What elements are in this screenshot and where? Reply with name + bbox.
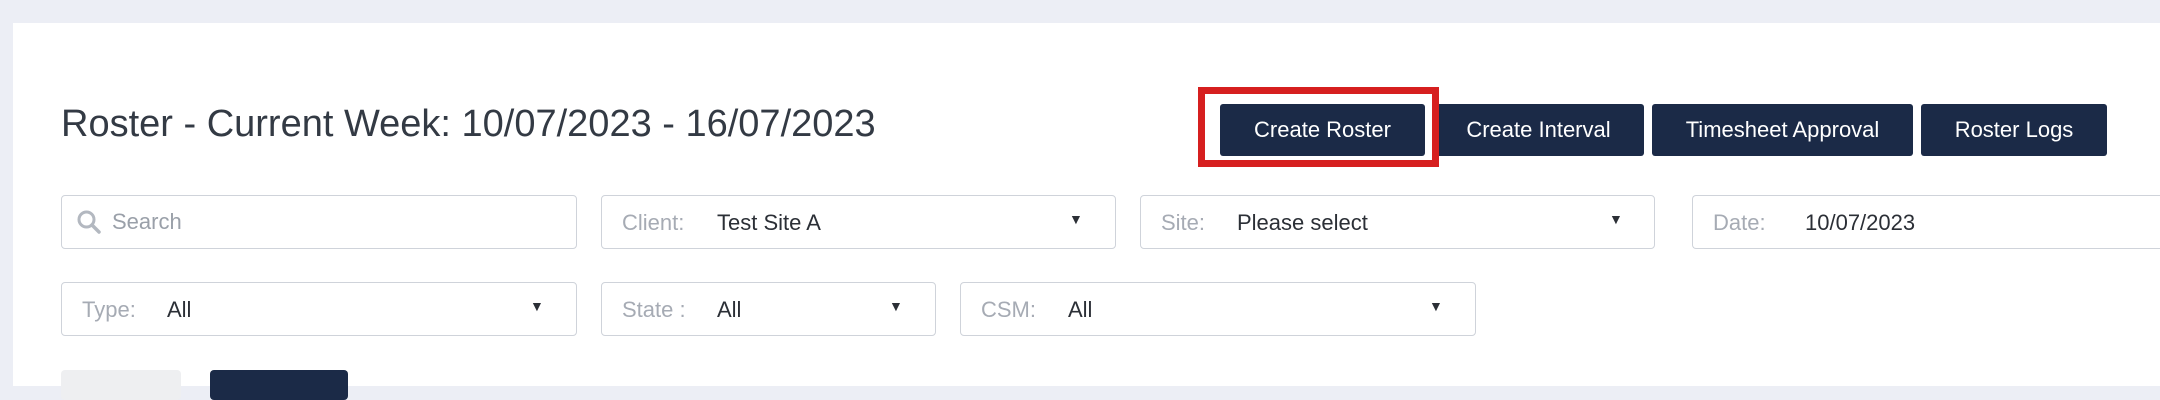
page-title: Roster - Current Week: 10/07/2023 - 16/0… — [61, 103, 876, 145]
primary-action-button[interactable] — [210, 370, 348, 400]
type-label: Type: — [82, 297, 136, 322]
search-icon — [77, 210, 101, 234]
roster-logs-button[interactable]: Roster Logs — [1921, 104, 2107, 156]
caret-down-icon: ▼ — [1609, 211, 1623, 227]
date-field[interactable]: Date: 10/07/2023 — [1692, 195, 2160, 249]
site-value: Please select — [1237, 210, 1368, 235]
search-field[interactable] — [61, 195, 577, 249]
csm-label: CSM: — [981, 297, 1036, 322]
create-roster-button[interactable]: Create Roster — [1220, 104, 1425, 156]
caret-down-icon: ▼ — [1429, 298, 1443, 314]
caret-down-icon: ▼ — [889, 298, 903, 314]
caret-down-icon: ▼ — [1069, 211, 1083, 227]
secondary-action-button[interactable] — [61, 370, 181, 400]
date-label: Date: — [1713, 210, 1766, 235]
type-value: All — [167, 297, 192, 322]
csm-select[interactable]: CSM: All ▼ — [960, 282, 1476, 336]
state-value: All — [717, 297, 742, 322]
client-label: Client: — [622, 210, 685, 235]
state-label: State : — [622, 297, 686, 322]
client-value: Test Site A — [717, 210, 821, 235]
type-select[interactable]: Type: All ▼ — [61, 282, 577, 336]
csm-value: All — [1068, 297, 1093, 322]
search-input[interactable] — [112, 205, 412, 239]
timesheet-approval-button[interactable]: Timesheet Approval — [1652, 104, 1913, 156]
date-value: 10/07/2023 — [1805, 210, 1916, 235]
state-select[interactable]: State : All ▼ — [601, 282, 936, 336]
site-label: Site: — [1161, 210, 1206, 235]
client-select[interactable]: Client: Test Site A ▼ — [601, 195, 1116, 249]
caret-down-icon: ▼ — [530, 298, 544, 314]
site-select[interactable]: Site: Please select ▼ — [1140, 195, 1655, 249]
create-interval-button[interactable]: Create Interval — [1433, 104, 1644, 156]
